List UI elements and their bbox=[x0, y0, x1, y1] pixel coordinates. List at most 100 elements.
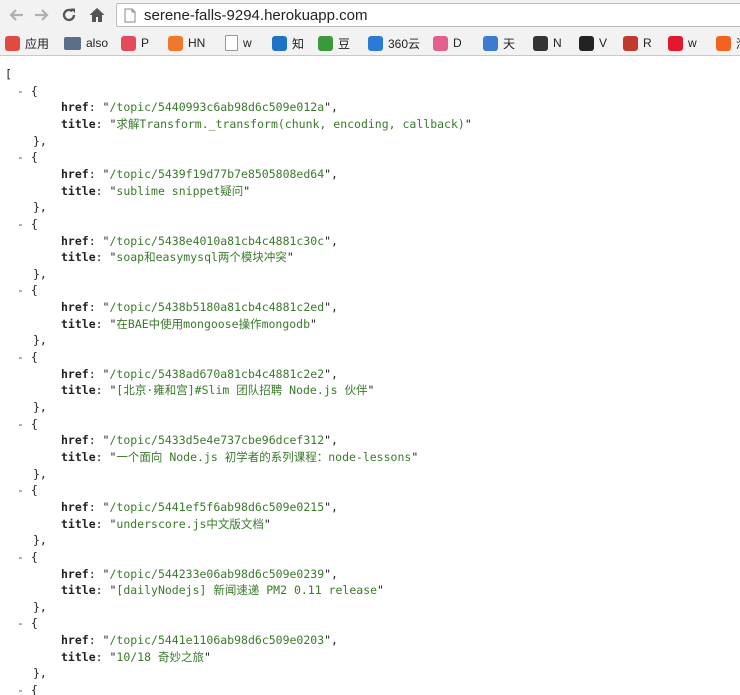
href-value: /topic/5441ef5f6ab98d6c509e0215 bbox=[109, 499, 325, 514]
href-value: /topic/5441e1106ab98d6c509e0203 bbox=[109, 633, 325, 648]
url-text: serene-falls-9294.herokuapp.com bbox=[144, 7, 368, 24]
json-open-bracket: [ bbox=[5, 66, 12, 83]
href-value: /topic/5438ad670a81cb4c4881c2e2 bbox=[109, 366, 325, 381]
collapse-toggle[interactable]: - bbox=[17, 483, 24, 497]
bookmark-item[interactable]: 360云 bbox=[368, 34, 420, 52]
json-object-close: }, bbox=[33, 399, 47, 416]
collapse-toggle[interactable]: - bbox=[17, 283, 24, 297]
json-href-row: href: "/topic/544233e06ab98d6c509e0239", bbox=[61, 566, 338, 581]
collapse-toggle[interactable]: - bbox=[17, 217, 24, 231]
json-object-open: - { bbox=[17, 482, 38, 499]
collapse-toggle[interactable]: - bbox=[17, 616, 24, 630]
title-value: 10/18 奇妙之旅 bbox=[116, 649, 204, 664]
close-brace: }, bbox=[33, 466, 47, 481]
collapse-toggle[interactable]: - bbox=[17, 84, 24, 98]
title-value: [dailyNodejs] 新闻速递 PM2 0.11 release bbox=[116, 583, 378, 598]
bookmark-item[interactable]: 知 bbox=[272, 34, 304, 52]
open-brace: { bbox=[30, 549, 38, 564]
json-href-row: href: "/topic/5440993c6ab98d6c509e012a", bbox=[61, 100, 338, 115]
collapse-toggle[interactable]: - bbox=[17, 550, 24, 564]
href-key: href bbox=[61, 300, 89, 315]
title-key: title bbox=[61, 383, 96, 398]
collapse-toggle[interactable]: - bbox=[17, 150, 24, 164]
globe-icon bbox=[483, 35, 498, 51]
json-object-open: - { bbox=[17, 615, 38, 632]
href-value: /topic/5438e4010a81cb4c4881c30c bbox=[109, 233, 325, 248]
bookmark-label: 360云 bbox=[388, 36, 421, 51]
bookmark-item[interactable]: HN bbox=[168, 34, 205, 52]
bookmark-item[interactable]: w bbox=[668, 34, 697, 52]
title-key: title bbox=[61, 449, 96, 464]
json-object-open: - { bbox=[17, 682, 38, 695]
close-brace: }, bbox=[33, 533, 47, 548]
address-bar[interactable]: serene-falls-9294.herokuapp.com bbox=[116, 3, 740, 27]
close-brace: }, bbox=[33, 400, 47, 414]
bookmark-label: 知 bbox=[292, 36, 305, 51]
href-value: /topic/5439f19d77b7e8505808ed64 bbox=[109, 166, 325, 181]
collapse-toggle[interactable]: - bbox=[17, 683, 24, 695]
open-brace: { bbox=[30, 216, 38, 231]
close-brace: }, bbox=[33, 133, 47, 148]
close-brace: }, bbox=[33, 200, 47, 215]
json-href-row: href: "/topic/5433d5e4e737cbe96dcef312", bbox=[61, 433, 338, 448]
bookmark-item[interactable]: 淘 bbox=[716, 34, 740, 52]
bookmark-item[interactable]: 豆 bbox=[318, 34, 350, 52]
cloud-icon bbox=[368, 35, 383, 51]
collapse-toggle[interactable]: - bbox=[17, 350, 24, 364]
bookmark-label: V bbox=[599, 36, 608, 50]
bookmark-label: also bbox=[86, 36, 109, 50]
bookmark-item[interactable]: V bbox=[579, 34, 607, 52]
collapse-toggle[interactable]: - bbox=[17, 417, 24, 431]
bookmark-item[interactable]: 应用 bbox=[5, 34, 49, 52]
href-value: /topic/5440993c6ab98d6c509e012a bbox=[109, 100, 325, 115]
json-object-close: }, bbox=[33, 466, 47, 483]
open-brace: { bbox=[30, 283, 38, 298]
home-button[interactable] bbox=[86, 4, 108, 26]
href-key: href bbox=[61, 433, 89, 448]
open-brace: { bbox=[30, 416, 38, 431]
browser-toolbar: serene-falls-9294.herokuapp.com bbox=[0, 0, 740, 31]
bookmark-label: HN bbox=[188, 36, 206, 50]
bookmark-label: 应用 bbox=[25, 36, 50, 51]
bookmark-item[interactable]: P bbox=[121, 34, 149, 52]
title-value: soap和easymysql两个模块冲突 bbox=[116, 250, 287, 265]
open-brace: { bbox=[30, 483, 38, 498]
open-bracket: [ bbox=[5, 67, 12, 81]
title-value: 在BAE中使用mongoose操作mongodb bbox=[116, 316, 311, 331]
bookmark-item[interactable]: also bbox=[64, 34, 108, 52]
bookmark-label: 豆 bbox=[338, 36, 351, 51]
arrow-left-icon bbox=[9, 9, 23, 21]
bookmark-label: w bbox=[688, 36, 697, 50]
json-object-close: }, bbox=[33, 532, 47, 549]
bookmark-item[interactable]: w bbox=[225, 34, 252, 52]
home-icon bbox=[89, 8, 105, 22]
json-href-row: href: "/topic/5438ad670a81cb4c4881c2e2", bbox=[61, 366, 338, 381]
json-href-row: href: "/topic/5438b5180a81cb4c4881c2ed", bbox=[61, 300, 338, 315]
json-title-row: title: "soap和easymysql两个模块冲突" bbox=[61, 250, 294, 265]
href-key: href bbox=[61, 633, 89, 648]
bookmark-label: 淘 bbox=[736, 35, 740, 52]
json-object-open: - { bbox=[17, 282, 38, 299]
back-button[interactable] bbox=[6, 4, 28, 26]
href-value: /topic/5438b5180a81cb4c4881c2ed bbox=[109, 300, 325, 315]
bookmark-item[interactable]: 天 bbox=[483, 34, 515, 52]
open-brace: { bbox=[30, 83, 38, 98]
json-href-row: href: "/topic/5439f19d77b7e8505808ed64", bbox=[61, 166, 338, 181]
href-key: href bbox=[61, 366, 89, 381]
hacker-news-icon bbox=[168, 35, 183, 51]
title-value: underscore.js中文版文档 bbox=[116, 516, 264, 531]
bookmark-label: N bbox=[553, 36, 562, 50]
forward-button[interactable] bbox=[30, 4, 52, 26]
bookmark-item[interactable]: N bbox=[533, 34, 562, 52]
bookmark-item[interactable]: D bbox=[433, 34, 462, 52]
weibo-icon bbox=[668, 35, 683, 51]
href-key: href bbox=[61, 233, 89, 248]
bookmark-item[interactable]: R bbox=[623, 34, 652, 52]
title-value: [北京·雍和宫]#Slim 团队招聘 Node.js 伙伴 bbox=[116, 383, 368, 398]
json-object-close: }, bbox=[33, 665, 47, 682]
close-brace: }, bbox=[33, 666, 47, 681]
reload-button[interactable] bbox=[58, 4, 80, 26]
json-object-close: }, bbox=[33, 266, 47, 283]
json-href-row: href: "/topic/5441ef5f6ab98d6c509e0215", bbox=[61, 499, 338, 514]
bookmark-label: P bbox=[141, 36, 150, 50]
